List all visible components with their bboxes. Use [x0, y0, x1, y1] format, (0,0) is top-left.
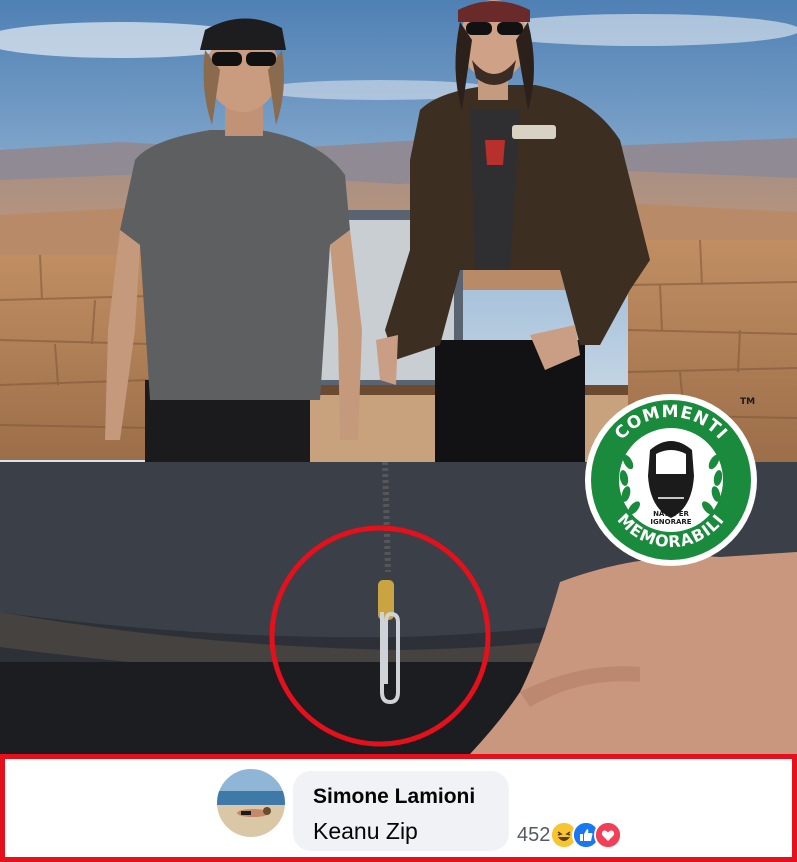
- logo-tagline-2: IGNORARE: [650, 518, 691, 526]
- reaction-count: 452: [517, 823, 551, 846]
- love-icon: [594, 821, 623, 849]
- comment-text: Keanu Zip: [313, 818, 418, 844]
- logo-tagline-1: NATI PER: [653, 510, 689, 518]
- reactions-summary[interactable]: 452: [517, 821, 623, 849]
- comment-panel: Simone Lamioni Keanu Zip 452: [0, 754, 797, 862]
- beach-avatar-icon: [217, 769, 285, 837]
- logo-trademark: TM: [740, 397, 755, 407]
- comment-author[interactable]: Simone Lamioni: [313, 785, 475, 809]
- comment-bubble: Simone Lamioni Keanu Zip: [293, 771, 509, 851]
- commenti-memorabili-logo: COMMENTI MEMORABILI NATI PER IGNORARE TM: [578, 380, 764, 580]
- avatar[interactable]: [217, 769, 285, 837]
